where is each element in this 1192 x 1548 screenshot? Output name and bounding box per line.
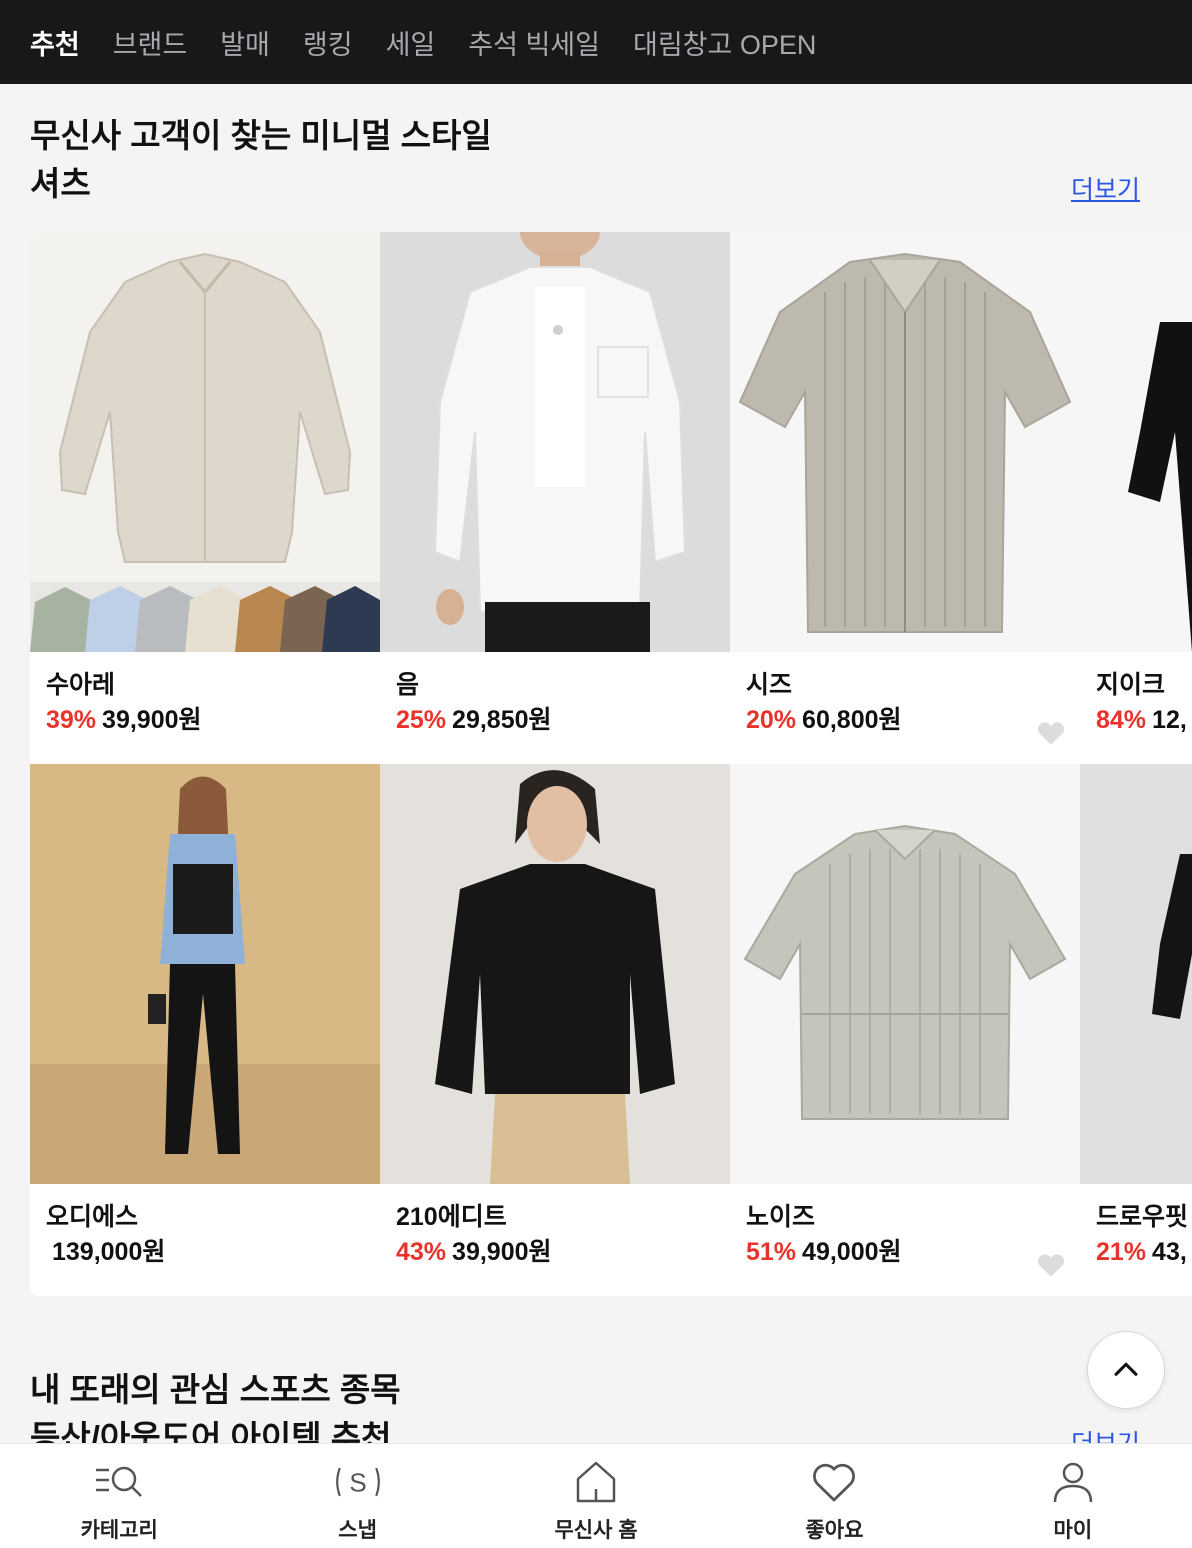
bottom-nav-label: 스냅 bbox=[338, 1519, 377, 1542]
product-grid: 수아레 39% 39,900원 음 25% 29,850원 시즈 20% 60,… bbox=[30, 232, 1192, 1296]
bottom-nav-home[interactable]: 무신사 홈 bbox=[477, 1444, 715, 1548]
discount-rate: 39% bbox=[46, 706, 97, 734]
section-subtitle: 셔츠 bbox=[30, 165, 91, 202]
discount-rate: 20% bbox=[746, 706, 797, 734]
discount-rate: 21% bbox=[1096, 1238, 1147, 1266]
brand-name: 오디에스 bbox=[46, 1203, 139, 1231]
bottom-nav-label: 무신사 홈 bbox=[554, 1519, 638, 1542]
price: 49,000원 bbox=[802, 1238, 902, 1266]
heart-icon bbox=[808, 1456, 860, 1508]
section-title: 무신사 고객이 찾는 미니멀 스타일 bbox=[30, 117, 492, 154]
product-image[interactable] bbox=[730, 764, 1080, 1184]
tab-release[interactable]: 발매 bbox=[220, 23, 270, 62]
brand-name: 노이즈 bbox=[746, 1203, 816, 1231]
brand-name: 시즈 bbox=[746, 671, 793, 699]
brand-name: 음 bbox=[396, 671, 420, 699]
price: 29,850원 bbox=[452, 706, 552, 734]
product-info: 노이즈 51% 49,000원 bbox=[746, 1200, 902, 1270]
price: 39,900원 bbox=[102, 706, 202, 734]
bottom-nav-category[interactable]: 카테고리 bbox=[0, 1444, 238, 1548]
like-heart-icon[interactable] bbox=[1032, 1246, 1070, 1284]
price: 60,800원 bbox=[802, 706, 902, 734]
product-info: 지이크 84% 12, bbox=[1096, 668, 1187, 738]
product-image[interactable] bbox=[380, 232, 730, 652]
product-image[interactable] bbox=[1080, 232, 1192, 652]
bottom-nav-label: 마이 bbox=[1053, 1519, 1093, 1542]
tab-daelim-open[interactable]: 대림창고 OPEN bbox=[633, 23, 816, 62]
section2-title: 내 또래의 관심 스포츠 종목 bbox=[30, 1371, 401, 1408]
top-nav: 추천 브랜드 발매 랭킹 세일 추석 빅세일 대림창고 OPEN bbox=[0, 0, 1192, 84]
product-info: 드로우핏 21% 43, bbox=[1096, 1200, 1188, 1270]
brand-name: 수아레 bbox=[46, 671, 116, 699]
like-heart-icon[interactable] bbox=[332, 1246, 370, 1284]
brand-name: 210에디트 bbox=[396, 1203, 507, 1231]
like-heart-icon[interactable] bbox=[1032, 714, 1070, 752]
category-search-icon bbox=[93, 1456, 145, 1508]
like-heart-icon[interactable] bbox=[332, 714, 370, 752]
snap-s-icon: S bbox=[332, 1456, 384, 1508]
brand-name: 드로우핏 bbox=[1096, 1203, 1189, 1231]
like-heart-icon[interactable] bbox=[682, 714, 720, 752]
brand-name: 지이크 bbox=[1096, 671, 1166, 699]
product-card[interactable]: 오디에스 139,000원 bbox=[30, 764, 380, 1296]
discount-rate: 84% bbox=[1096, 706, 1147, 734]
person-icon bbox=[1047, 1456, 1099, 1508]
product-image[interactable] bbox=[30, 232, 380, 652]
bottom-nav-label: 좋아요 bbox=[805, 1519, 864, 1542]
discount-rate: 43% bbox=[396, 1238, 447, 1266]
product-info: 시즈 20% 60,800원 bbox=[746, 668, 902, 738]
product-image[interactable] bbox=[1080, 764, 1192, 1184]
chevron-up-icon bbox=[1114, 1362, 1138, 1376]
discount-rate: 25% bbox=[396, 706, 447, 734]
product-image[interactable] bbox=[380, 764, 730, 1184]
bottom-nav-label: 카테고리 bbox=[80, 1519, 158, 1542]
product-image[interactable] bbox=[30, 764, 380, 1184]
product-card[interactable]: 음 25% 29,850원 bbox=[380, 232, 730, 764]
bottom-nav-snap[interactable]: S 스냅 bbox=[238, 1444, 476, 1548]
product-card[interactable]: 시즈 20% 60,800원 bbox=[730, 232, 1080, 764]
product-card[interactable]: 드로우핏 21% 43, bbox=[1080, 764, 1192, 1296]
price: 39,900원 bbox=[452, 1238, 552, 1266]
like-heart-icon[interactable] bbox=[682, 1246, 720, 1284]
bottom-nav-likes[interactable]: 좋아요 bbox=[715, 1444, 953, 1548]
tab-chuseok-sale[interactable]: 추석 빅세일 bbox=[468, 23, 600, 62]
tab-ranking[interactable]: 랭킹 bbox=[303, 23, 353, 62]
svg-text:S: S bbox=[349, 1468, 366, 1498]
product-info: 오디에스 139,000원 bbox=[46, 1200, 165, 1270]
discount-rate: 51% bbox=[746, 1238, 797, 1266]
tab-brand[interactable]: 브랜드 bbox=[113, 23, 188, 62]
section-header: 무신사 고객이 찾는 미니멀 스타일 셔츠 더보기 bbox=[30, 112, 1166, 208]
product-info: 210에디트 43% 39,900원 bbox=[396, 1200, 552, 1270]
product-card[interactable]: 지이크 84% 12, bbox=[1080, 232, 1192, 764]
scroll-top-button[interactable] bbox=[1087, 1331, 1165, 1409]
home-icon bbox=[570, 1456, 622, 1508]
price: 43, bbox=[1152, 1238, 1187, 1266]
bottom-nav-my[interactable]: 마이 bbox=[954, 1444, 1192, 1548]
product-card[interactable]: 노이즈 51% 49,000원 bbox=[730, 764, 1080, 1296]
tab-recommend[interactable]: 추천 bbox=[30, 23, 80, 62]
product-info: 음 25% 29,850원 bbox=[396, 668, 552, 738]
more-link[interactable]: 더보기 bbox=[1071, 170, 1140, 206]
product-info: 수아레 39% 39,900원 bbox=[46, 668, 202, 738]
product-image[interactable] bbox=[730, 232, 1080, 652]
price: 139,000원 bbox=[52, 1238, 166, 1266]
product-card[interactable]: 수아레 39% 39,900원 bbox=[30, 232, 380, 764]
bottom-nav: 카테고리 S 스냅 무신사 홈 좋아요 마이 bbox=[0, 1443, 1192, 1548]
price: 12, bbox=[1152, 706, 1187, 734]
tab-sale[interactable]: 세일 bbox=[386, 23, 436, 62]
product-card[interactable]: 210에디트 43% 39,900원 bbox=[380, 764, 730, 1296]
